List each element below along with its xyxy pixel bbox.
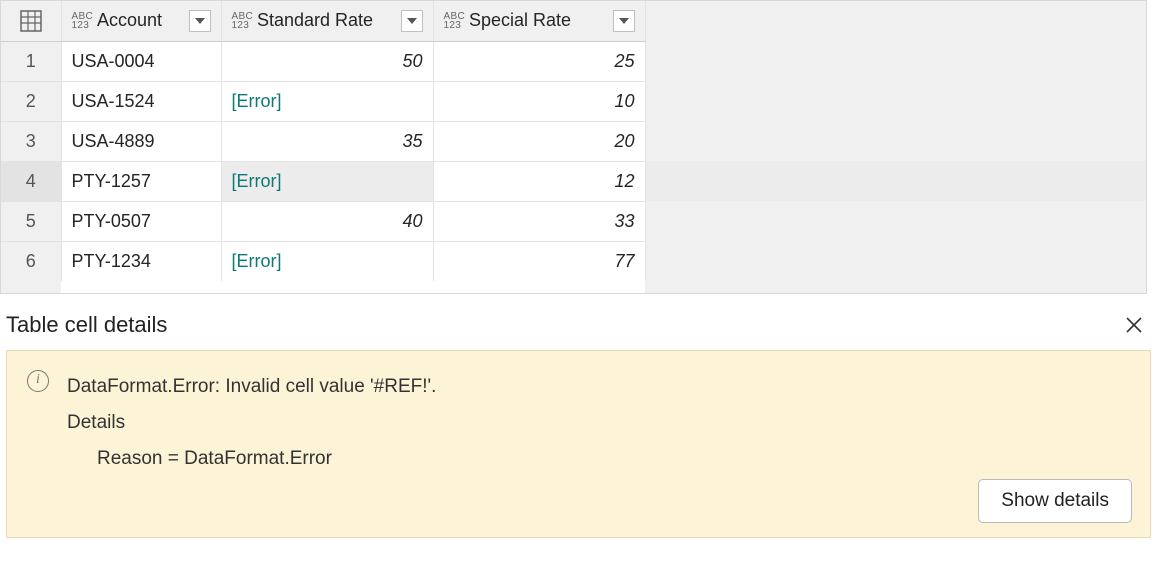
column-header-special-rate[interactable]: ABC 123 Special Rate [433, 1, 645, 41]
cell-account[interactable]: PTY-0507 [61, 201, 221, 241]
table-row[interactable]: 1USA-00045025 [1, 41, 1146, 81]
table-icon [19, 9, 43, 33]
details-title: Table cell details [6, 312, 167, 338]
cell-error[interactable]: [Error] [221, 81, 433, 121]
cell-special-rate[interactable]: 33 [433, 201, 645, 241]
empty-cell [645, 41, 1146, 81]
cell-standard-rate[interactable]: 50 [221, 41, 433, 81]
column-header-standard-rate[interactable]: ABC 123 Standard Rate [221, 1, 433, 41]
cell-account[interactable]: USA-1524 [61, 81, 221, 121]
row-number[interactable]: 2 [1, 81, 61, 121]
cell-error[interactable]: [Error] [221, 241, 433, 281]
cell-special-rate[interactable]: 77 [433, 241, 645, 281]
column-label: Account [97, 10, 162, 31]
details-label: Details [67, 405, 436, 441]
type-indicator-icon: ABC 123 [444, 12, 465, 30]
column-header-account[interactable]: ABC 123 Account [61, 1, 221, 41]
table-row[interactable]: 5PTY-05074033 [1, 201, 1146, 241]
table-row[interactable]: 3USA-48893520 [1, 121, 1146, 161]
cell-standard-rate[interactable]: 40 [221, 201, 433, 241]
empty-cell [645, 81, 1146, 121]
cell-special-rate[interactable]: 20 [433, 121, 645, 161]
column-label: Standard Rate [257, 10, 373, 31]
show-details-button[interactable]: Show details [978, 479, 1132, 523]
chevron-down-icon [619, 18, 629, 24]
filter-dropdown-button[interactable] [189, 10, 211, 32]
details-box: i DataFormat.Error: Invalid cell value '… [6, 350, 1151, 538]
cell-standard-rate[interactable]: 35 [221, 121, 433, 161]
close-icon [1125, 316, 1143, 334]
error-reason: Reason = DataFormat.Error [67, 441, 436, 477]
info-icon: i [27, 370, 49, 392]
empty-header-space [645, 1, 1146, 41]
chevron-down-icon [195, 18, 205, 24]
chevron-down-icon [407, 18, 417, 24]
empty-cell [645, 241, 1146, 281]
cell-special-rate[interactable]: 25 [433, 41, 645, 81]
details-pane-header: Table cell details [0, 294, 1157, 350]
select-all-corner[interactable] [1, 1, 61, 41]
type-indicator-icon: ABC 123 [232, 12, 253, 30]
table-row[interactable]: 6PTY-1234[Error]77 [1, 241, 1146, 281]
cell-special-rate[interactable]: 10 [433, 81, 645, 121]
cell-account[interactable]: PTY-1257 [61, 161, 221, 201]
cell-account[interactable]: PTY-1234 [61, 241, 221, 281]
row-number[interactable]: 1 [1, 41, 61, 81]
type-indicator-icon: ABC 123 [72, 12, 93, 30]
cell-special-rate[interactable]: 12 [433, 161, 645, 201]
empty-cell [645, 201, 1146, 241]
row-number[interactable]: 5 [1, 201, 61, 241]
empty-cell [645, 121, 1146, 161]
row-number[interactable]: 3 [1, 121, 61, 161]
table-row[interactable]: 2USA-1524[Error]10 [1, 81, 1146, 121]
cell-account[interactable]: USA-4889 [61, 121, 221, 161]
cell-account[interactable]: USA-0004 [61, 41, 221, 81]
error-message: DataFormat.Error: Invalid cell value '#R… [67, 369, 436, 405]
cell-error[interactable]: [Error] [221, 161, 433, 201]
filter-dropdown-button[interactable] [401, 10, 423, 32]
row-number[interactable]: 6 [1, 241, 61, 281]
empty-cell [645, 161, 1146, 201]
filter-dropdown-button[interactable] [613, 10, 635, 32]
row-number[interactable]: 4 [1, 161, 61, 201]
close-button[interactable] [1117, 308, 1151, 342]
table-row[interactable]: 4PTY-1257[Error]12 [1, 161, 1146, 201]
column-label: Special Rate [469, 10, 571, 31]
data-table: ABC 123 Account ABC 123 Standard Rate [0, 0, 1147, 294]
